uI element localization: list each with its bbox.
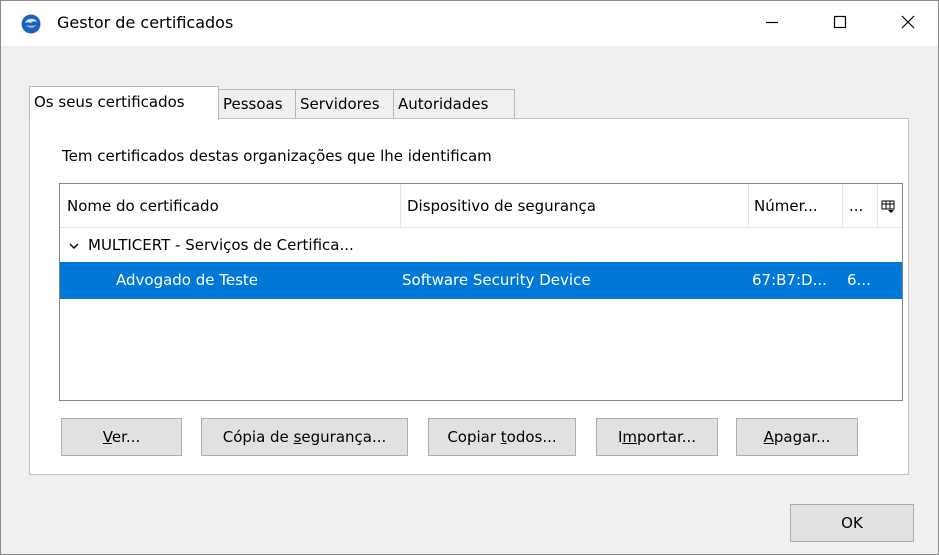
delete-button[interactable]: Apagar... bbox=[736, 418, 858, 456]
column-header-certificate-name[interactable]: Nome do certificado bbox=[67, 184, 397, 228]
tab-your-certificates[interactable]: Os seus certificados bbox=[29, 86, 219, 120]
view-button-accel: V bbox=[102, 428, 112, 446]
thunderbird-app-icon bbox=[21, 14, 41, 34]
column-header-serial-number[interactable]: Númer... bbox=[754, 184, 839, 228]
certificate-manager-window: Gestor de certificados Os seus certifica… bbox=[0, 0, 939, 555]
title-bar[interactable]: Gestor de certificados bbox=[1, 1, 938, 46]
import-button-accel: m bbox=[622, 428, 637, 446]
column-divider[interactable] bbox=[748, 184, 749, 228]
column-header-extra[interactable]: ... bbox=[849, 184, 874, 228]
view-button-label: er... bbox=[111, 428, 141, 446]
tree-header: Nome do certificado Dispositivo de segur… bbox=[60, 184, 902, 228]
window-title: Gestor de certificados bbox=[57, 13, 234, 32]
chevron-down-icon[interactable] bbox=[68, 228, 80, 262]
certificate-tree[interactable]: Nome do certificado Dispositivo de segur… bbox=[59, 183, 903, 401]
tab-authorities[interactable]: Autoridades bbox=[393, 89, 515, 119]
column-divider[interactable] bbox=[400, 184, 401, 228]
column-divider[interactable] bbox=[877, 184, 878, 228]
cell-extra: 6... bbox=[847, 271, 871, 289]
delete-button-accel: A bbox=[763, 428, 774, 446]
column-divider[interactable] bbox=[842, 184, 843, 228]
tree-group-row[interactable]: MULTICERT - Serviços de Certifica... bbox=[60, 228, 902, 262]
tab-people[interactable]: Pessoas bbox=[218, 89, 296, 119]
ok-button[interactable]: OK bbox=[790, 504, 914, 542]
column-header-security-device[interactable]: Dispositivo de segurança bbox=[407, 184, 747, 228]
cell-serial-number: 67:B7:D... bbox=[752, 271, 827, 289]
backup-button[interactable]: Cópia de segurança... bbox=[201, 418, 408, 456]
backup-button-label: egurança... bbox=[301, 428, 387, 446]
delete-button-label: pagar... bbox=[773, 428, 831, 446]
group-label: MULTICERT - Serviços de Certifica... bbox=[88, 236, 354, 254]
backup-all-button-label: odos... bbox=[506, 428, 557, 446]
table-row-selected[interactable]: Advogado de Teste Software Security Devi… bbox=[60, 262, 902, 299]
column-picker-button[interactable] bbox=[881, 184, 901, 228]
cell-security-device: Software Security Device bbox=[402, 271, 591, 289]
backup-button-label-pre: Cópia de bbox=[222, 428, 294, 446]
maximize-button[interactable] bbox=[807, 1, 873, 46]
minimize-icon bbox=[764, 14, 780, 34]
cell-certificate-name: Advogado de Teste bbox=[116, 271, 259, 289]
backup-all-button-label-pre: Copiar bbox=[447, 428, 501, 446]
import-button-label: portar... bbox=[637, 428, 697, 446]
view-button[interactable]: Ver... bbox=[61, 418, 182, 456]
panel-description: Tem certificados destas organizações que… bbox=[62, 147, 492, 165]
backup-all-button[interactable]: Copiar todos... bbox=[428, 418, 576, 456]
close-window-button[interactable] bbox=[875, 1, 939, 46]
minimize-button[interactable] bbox=[739, 1, 805, 46]
import-button[interactable]: Importar... bbox=[596, 418, 718, 456]
maximize-icon bbox=[832, 14, 848, 34]
close-icon bbox=[900, 14, 916, 34]
certificates-panel: Tem certificados destas organizações que… bbox=[29, 118, 909, 475]
tab-servers[interactable]: Servidores bbox=[295, 89, 394, 119]
column-picker-icon bbox=[881, 197, 895, 215]
